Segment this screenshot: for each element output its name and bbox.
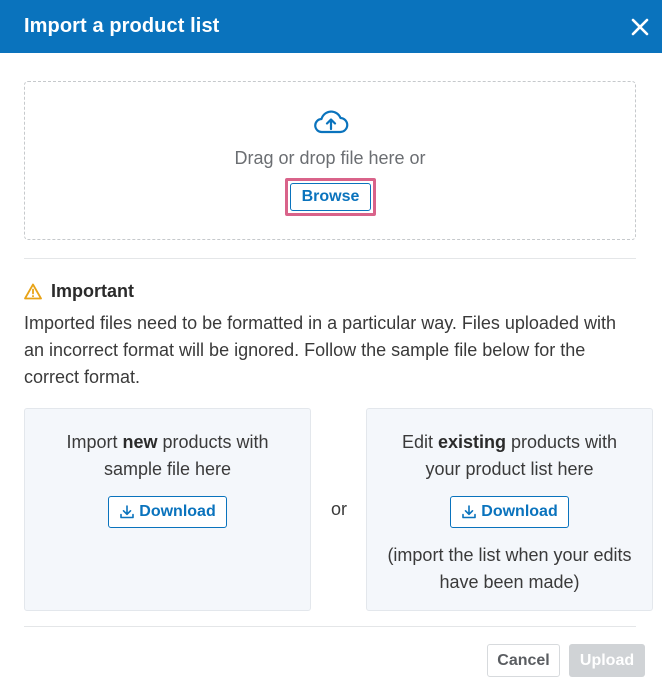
download-sample-button[interactable]: Download (108, 496, 227, 528)
file-dropzone[interactable]: Drag or drop file here or Browse (24, 81, 636, 240)
upload-button[interactable]: Upload (569, 644, 645, 677)
new-products-description: Import new products with sample file her… (25, 429, 310, 483)
close-icon[interactable] (630, 17, 650, 37)
browse-highlight: Browse (285, 178, 376, 216)
existing-products-card: Edit existing products with your product… (366, 408, 653, 611)
download-icon (120, 505, 135, 519)
existing-desc-emphasis: existing (437, 432, 506, 452)
download-icon (462, 505, 477, 519)
important-label: Important (51, 281, 134, 301)
format-instructions: Imported files need to be formatted in a… (24, 313, 616, 387)
existing-products-note: (import the list when your edits have be… (387, 545, 632, 592)
new-desc-emphasis: new (122, 432, 158, 452)
important-heading: Important (24, 281, 134, 302)
existing-desc-prefix: Edit (401, 432, 438, 452)
dialog-title: Import a product list (24, 15, 220, 37)
cancel-button[interactable]: Cancel (487, 644, 560, 677)
download-product-list-button[interactable]: Download (450, 496, 569, 528)
download-sample-label: Download (139, 503, 216, 520)
cloud-upload-icon (314, 110, 349, 134)
new-products-card: Import new products with sample file her… (24, 408, 311, 611)
dialog-header: Import a product list (0, 0, 662, 53)
section-divider (24, 258, 636, 259)
footer-divider (24, 626, 636, 627)
dropzone-hint: Drag or drop file here or (234, 148, 426, 168)
warning-icon (24, 283, 42, 300)
download-product-list-label: Download (481, 503, 558, 520)
or-separator: or (330, 499, 347, 519)
close-button[interactable] (626, 13, 654, 41)
new-desc-prefix: Import (66, 432, 123, 452)
browse-button[interactable]: Browse (290, 183, 371, 211)
existing-products-description: Edit existing products with your product… (367, 429, 652, 483)
